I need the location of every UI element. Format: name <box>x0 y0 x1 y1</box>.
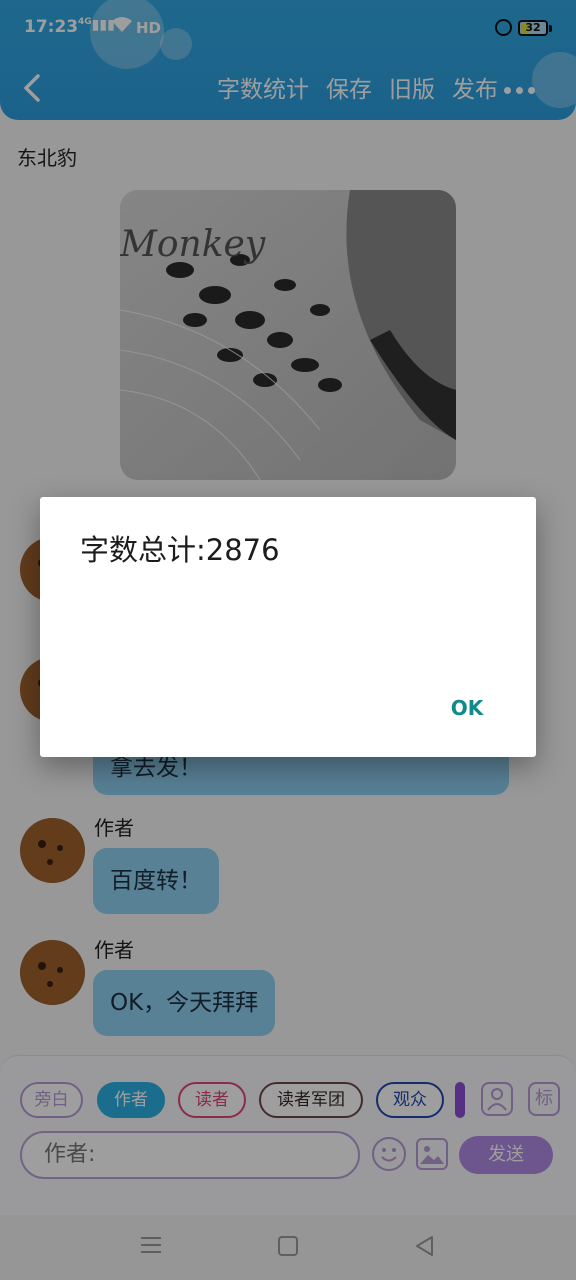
word-count-dialog: 字数总计:2876 OK <box>40 497 536 757</box>
ok-button[interactable]: OK <box>438 685 496 731</box>
dialog-message: 字数总计:2876 <box>80 533 280 567</box>
